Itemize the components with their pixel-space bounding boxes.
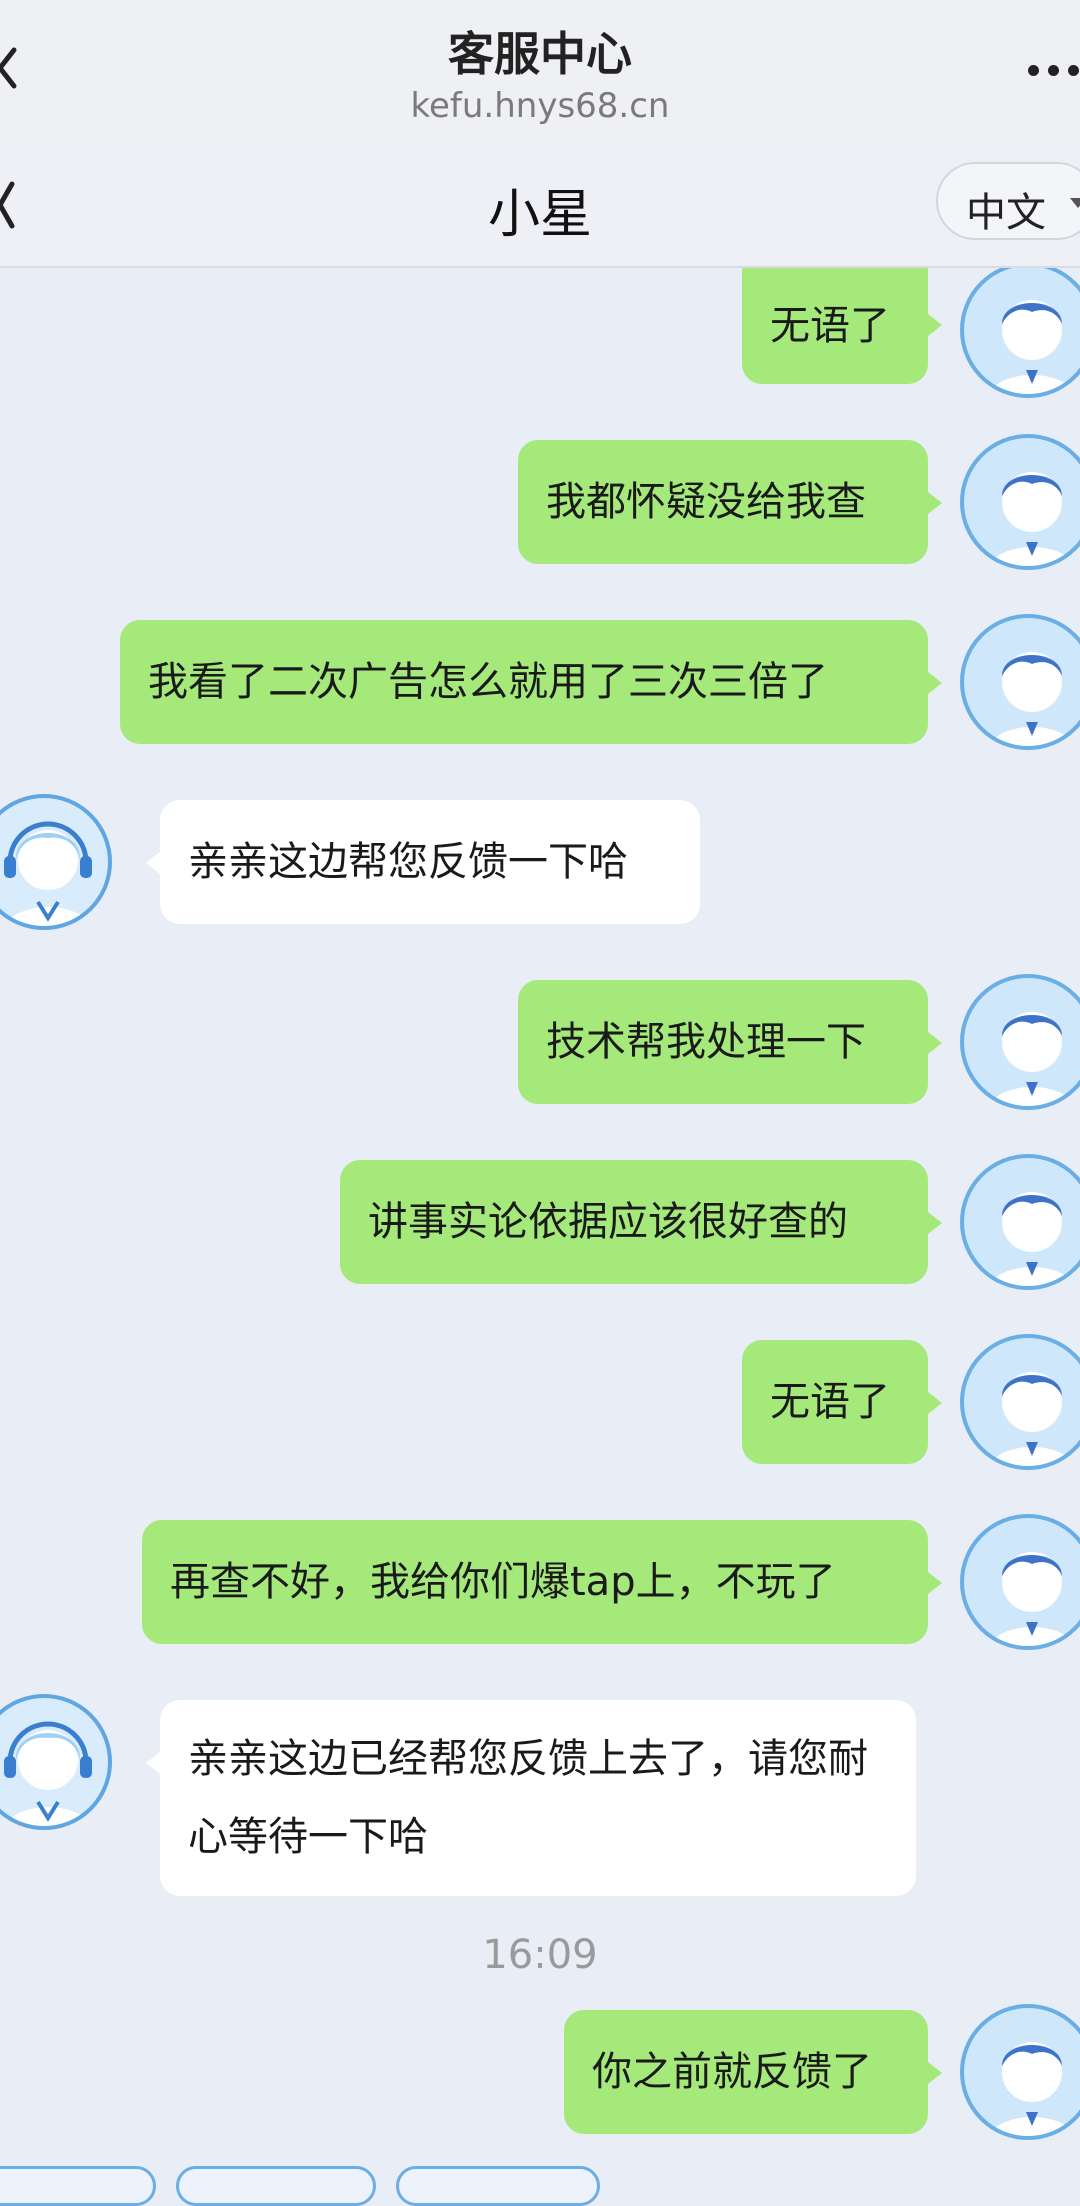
user-message-bubble[interactable]: 技术帮我处理一下 bbox=[518, 980, 928, 1104]
quick-reply-chip[interactable] bbox=[396, 2166, 600, 2206]
message-row: 亲亲这边已经帮您反馈上去了，请您耐心等待一下哈 bbox=[0, 1694, 1080, 1900]
user-avatar-icon[interactable] bbox=[960, 974, 1080, 1110]
agent-headset-avatar-icon[interactable] bbox=[0, 794, 112, 930]
user-message-bubble[interactable]: 讲事实论依据应该很好查的 bbox=[340, 1160, 928, 1284]
message-row: 我都怀疑没给我查 bbox=[0, 434, 1080, 576]
message-row: 你之前就反馈了 bbox=[0, 2004, 1080, 2146]
user-avatar-icon[interactable] bbox=[960, 2004, 1080, 2140]
language-select[interactable]: 中文 bbox=[936, 162, 1080, 240]
message-row: 技术帮我处理一下 bbox=[0, 974, 1080, 1116]
more-dots-icon[interactable] bbox=[1022, 55, 1080, 85]
user-message-bubble[interactable]: 再查不好，我给你们爆tap上，不玩了 bbox=[142, 1520, 928, 1644]
message-row: 再查不好，我给你们爆tap上，不玩了 bbox=[0, 1514, 1080, 1656]
message-row: 亲亲这边帮您反馈一下哈 bbox=[0, 794, 1080, 936]
user-message-bubble[interactable]: 我都怀疑没给我查 bbox=[518, 440, 928, 564]
browser-title: 客服中心 bbox=[448, 27, 632, 81]
agent-message-bubble[interactable]: 亲亲这边帮您反馈一下哈 bbox=[160, 800, 700, 924]
chat-header: 小星 中文 bbox=[0, 140, 1080, 268]
message-row: 讲事实论依据应该很好查的 bbox=[0, 1154, 1080, 1296]
user-avatar-icon[interactable] bbox=[960, 1514, 1080, 1650]
message-row: 无语了 bbox=[0, 1334, 1080, 1476]
user-avatar-icon[interactable] bbox=[960, 614, 1080, 750]
browser-url: kefu.hnys68.cn bbox=[410, 86, 670, 126]
user-avatar-icon[interactable] bbox=[960, 268, 1080, 398]
browser-bar: 客服中心 kefu.hnys68.cn bbox=[0, 0, 1080, 140]
language-label: 中文 bbox=[966, 190, 1046, 236]
message-row: 无语了 bbox=[0, 268, 1080, 398]
agent-message-bubble[interactable]: 亲亲这边已经帮您反馈上去了，请您耐心等待一下哈 bbox=[160, 1700, 916, 1896]
user-message-bubble[interactable]: 无语了 bbox=[742, 268, 928, 384]
message-row: 我看了二次广告怎么就用了三次三倍了 bbox=[0, 614, 1080, 756]
caret-down-icon bbox=[1070, 198, 1080, 208]
chat-title: 小星 bbox=[487, 185, 592, 245]
user-avatar-icon[interactable] bbox=[960, 1154, 1080, 1290]
user-message-bubble[interactable]: 无语了 bbox=[742, 1340, 928, 1464]
user-avatar-icon[interactable] bbox=[960, 434, 1080, 570]
message-timestamp: 16:09 bbox=[482, 1932, 598, 1978]
message-list[interactable]: 无语了 我都怀疑没给我查 我看了二次广告怎么就用了三次三倍了 亲亲这边帮您反馈一… bbox=[0, 268, 1080, 2179]
agent-headset-avatar-icon[interactable] bbox=[0, 1694, 112, 1830]
user-avatar-icon[interactable] bbox=[960, 1334, 1080, 1470]
user-message-bubble[interactable]: 我看了二次广告怎么就用了三次三倍了 bbox=[120, 620, 928, 744]
user-message-bubble[interactable]: 你之前就反馈了 bbox=[564, 2010, 928, 2134]
quick-reply-chip[interactable] bbox=[0, 2166, 156, 2206]
quick-reply-chip[interactable] bbox=[176, 2166, 376, 2206]
